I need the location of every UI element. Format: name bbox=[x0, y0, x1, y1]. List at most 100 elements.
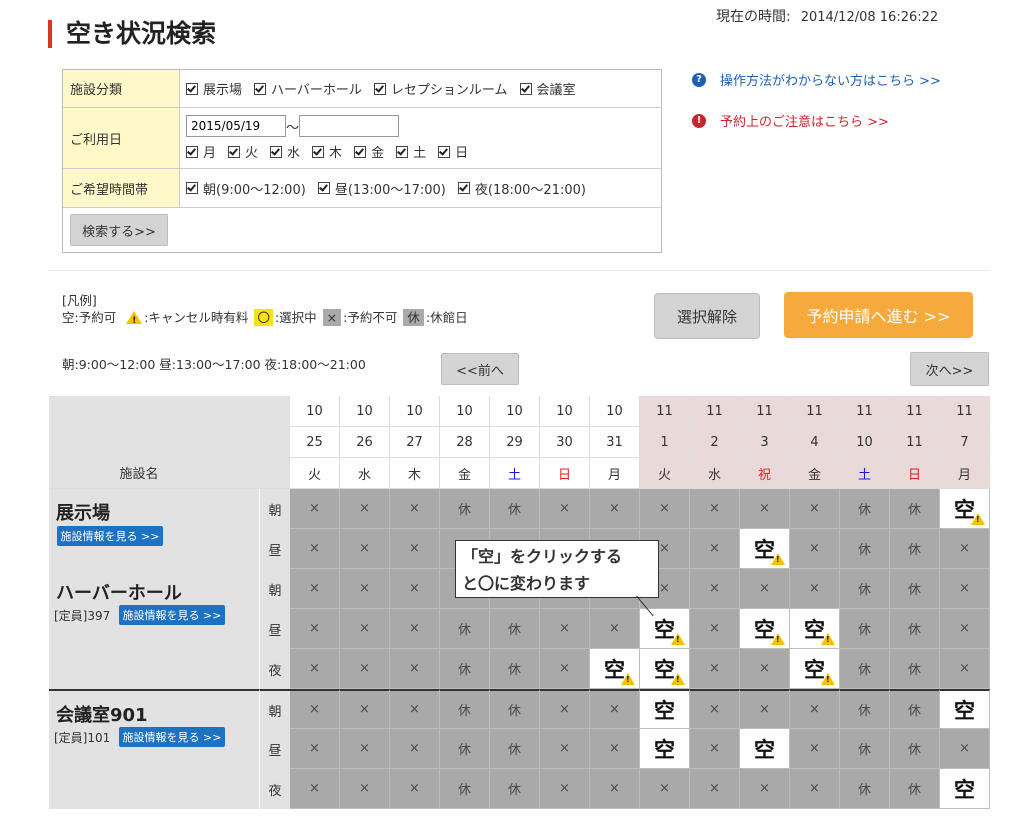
facility-info-button[interactable]: 施設情報を見る >> bbox=[119, 727, 225, 747]
available-cell[interactable]: 空 bbox=[940, 689, 990, 729]
weekday-checkbox[interactable]: 木 bbox=[312, 142, 342, 161]
available-cell[interactable]: 空 bbox=[740, 609, 790, 649]
cell-mark: × bbox=[359, 702, 370, 717]
weekday-checkbox[interactable]: 金 bbox=[354, 142, 384, 161]
time-note: 朝:9:00〜12:00 昼:13:00〜17:00 夜:18:00〜21:00 bbox=[62, 357, 366, 372]
facility-info-button[interactable]: 施設情報を見る >> bbox=[119, 605, 225, 625]
available-cell[interactable]: 空 bbox=[940, 769, 990, 809]
question-icon: ? bbox=[692, 72, 706, 87]
facility-info-button[interactable]: 施設情報を見る >> bbox=[57, 526, 163, 546]
facility-type-checkbox[interactable]: 展示場 bbox=[186, 79, 242, 98]
unavailable-cell: × bbox=[390, 729, 440, 769]
date-from-input[interactable] bbox=[186, 115, 286, 137]
cell-mark: × bbox=[409, 741, 420, 756]
facility-cell: 会議室901 [定員]101 施設情報を見る >> bbox=[49, 689, 259, 809]
search-button[interactable]: 検索する>> bbox=[70, 214, 168, 246]
cell-mark: × bbox=[809, 541, 820, 556]
checkbox-icon[interactable] bbox=[228, 145, 241, 158]
date-header-day: 28 bbox=[440, 427, 490, 458]
unavailable-cell: × bbox=[590, 689, 640, 729]
facility-cell: 展示場 施設情報を見る >> bbox=[49, 489, 259, 569]
time-label: ご希望時間帯 bbox=[63, 169, 180, 207]
checkbox-icon[interactable] bbox=[270, 145, 283, 158]
date-header-dow: 日 bbox=[540, 458, 590, 489]
cell-mark: × bbox=[359, 501, 370, 516]
facility-type-checkbox[interactable]: ハーバーホール bbox=[254, 79, 362, 98]
available-cell[interactable]: 空 bbox=[640, 649, 690, 689]
checkbox-icon[interactable] bbox=[396, 145, 409, 158]
unavailable-cell: × bbox=[340, 609, 390, 649]
date-to-input[interactable] bbox=[299, 115, 400, 137]
available-cell[interactable]: 空 bbox=[940, 489, 990, 529]
cell-mark: × bbox=[709, 621, 720, 636]
legend-cancel-fee: :キャンセル時有料 bbox=[144, 310, 249, 325]
cell-mark: × bbox=[309, 741, 320, 756]
facility-name: ハーバーホール bbox=[56, 583, 182, 604]
weekday-checkbox[interactable]: 日 bbox=[438, 142, 468, 161]
cell-mark: × bbox=[559, 661, 570, 676]
cell-mark: × bbox=[959, 581, 970, 596]
prev-button[interactable]: <<前へ bbox=[441, 353, 519, 385]
weekday-checkbox[interactable]: 火 bbox=[228, 142, 258, 161]
checkbox-icon[interactable] bbox=[186, 182, 198, 194]
available-cell[interactable]: 空 bbox=[790, 649, 840, 689]
closed-cell: 休 bbox=[440, 609, 490, 649]
date-header-month: 10 bbox=[340, 396, 390, 427]
next-button[interactable]: 次へ>> bbox=[910, 352, 989, 386]
available-cell[interactable]: 空 bbox=[740, 529, 790, 569]
checkbox-icon[interactable] bbox=[317, 182, 330, 194]
help-link-howto[interactable]: ? 操作方法がわからない方はこちら >> bbox=[692, 70, 941, 89]
cell-mark: 休 bbox=[857, 503, 871, 518]
available-cell[interactable]: 空 bbox=[740, 729, 790, 769]
cell-mark: × bbox=[609, 621, 620, 636]
closed-cell: 休 bbox=[840, 569, 890, 609]
checkbox-icon[interactable] bbox=[312, 145, 325, 158]
time-slot-checkbox[interactable]: 昼(13:00〜17:00) bbox=[317, 179, 446, 198]
weekday-checkbox[interactable]: 水 bbox=[270, 142, 300, 161]
checkbox-icon[interactable] bbox=[186, 145, 198, 158]
unavailable-cell: × bbox=[690, 689, 740, 729]
weekday-checkbox[interactable]: 月 bbox=[186, 142, 216, 161]
available-cell[interactable]: 空 bbox=[790, 609, 840, 649]
apply-reservation-button[interactable]: 予約申請へ進む >> bbox=[784, 292, 973, 338]
time-slot-checkbox[interactable]: 夜(18:00〜21:00) bbox=[457, 179, 586, 198]
unavailable-cell: × bbox=[540, 729, 590, 769]
cell-mark: × bbox=[359, 581, 370, 596]
clear-selection-button[interactable]: 選択解除 bbox=[654, 293, 760, 339]
unavailable-cell: × bbox=[740, 569, 790, 609]
checkbox-icon[interactable] bbox=[354, 145, 367, 158]
cell-mark: × bbox=[959, 541, 970, 556]
facility-type-checkbox[interactable]: レセプションルーム bbox=[373, 79, 508, 98]
current-time-value: 2014/12/08 16:26:22 bbox=[800, 10, 939, 25]
date-header-month: 10 bbox=[290, 396, 340, 427]
checkbox-icon[interactable] bbox=[186, 82, 198, 95]
weekday-checkbox-label: 月 bbox=[203, 146, 217, 161]
weekday-checkboxes: 月火水木 金土日 bbox=[186, 142, 480, 161]
unavailable-cell: × bbox=[790, 529, 840, 569]
time-row: ご希望時間帯 朝(9:00〜12:00) 昼(13:00〜17:00) 夜(18:0… bbox=[63, 169, 661, 208]
date-header-dow: 火 bbox=[640, 458, 690, 489]
checkbox-icon[interactable] bbox=[438, 145, 451, 158]
date-header-month: 11 bbox=[790, 396, 840, 427]
help-link-notice[interactable]: ! 予約上のご注意はこちら >> bbox=[692, 111, 889, 130]
available-cell[interactable]: 空 bbox=[640, 689, 690, 729]
available-cell[interactable]: 空 bbox=[640, 729, 690, 769]
closed-cell: 休 bbox=[890, 569, 940, 609]
legend-selected-mark: 〇 bbox=[254, 309, 273, 326]
available-cell[interactable]: 空 bbox=[590, 649, 640, 689]
legend-title: [凡例] bbox=[62, 293, 97, 308]
facility-type-checkbox[interactable]: 会議室 bbox=[519, 79, 576, 98]
weekday-checkbox-label: 金 bbox=[371, 146, 385, 161]
checkbox-icon[interactable] bbox=[457, 182, 470, 194]
date-header-dow: 月 bbox=[940, 458, 990, 489]
time-slot-checkbox[interactable]: 朝(9:00〜12:00) bbox=[186, 179, 306, 198]
unavailable-cell: × bbox=[690, 529, 740, 569]
weekday-checkbox[interactable]: 土 bbox=[396, 142, 426, 161]
checkbox-icon[interactable] bbox=[519, 82, 532, 95]
checkbox-icon[interactable] bbox=[254, 82, 267, 95]
cell-mark: × bbox=[659, 541, 670, 556]
cell-mark: 休 bbox=[907, 543, 921, 558]
unavailable-cell: × bbox=[340, 729, 390, 769]
checkbox-icon[interactable] bbox=[373, 82, 386, 95]
available-cell[interactable]: 空 bbox=[640, 609, 690, 649]
